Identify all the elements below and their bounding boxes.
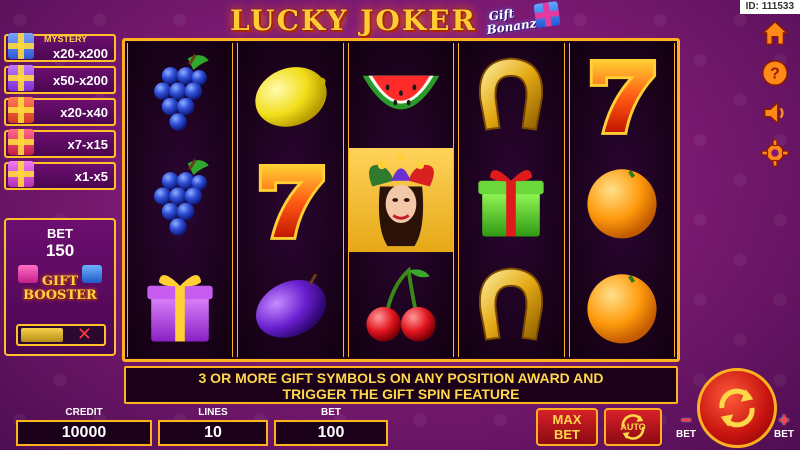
gift-box-icon — [533, 1, 561, 29]
jackpot-value: x50-x200 — [53, 73, 108, 88]
gift-booster-panel: BET 150 GIFT BOOSTER ✕ — [4, 218, 116, 356]
mystery-label: MYSTERY — [44, 34, 88, 44]
jackpot-value: x7-x15 — [67, 137, 108, 152]
settings-button[interactable] — [760, 138, 790, 168]
jackpot-value: x1-x5 — [74, 169, 108, 184]
message-line-1: 3 OR MORE GIFT SYMBOLS ON ANY POSITION A… — [198, 370, 604, 386]
gear-icon — [761, 139, 789, 167]
jackpot-value: x20-x40 — [60, 105, 108, 120]
jackpot-row-3: x20-x40 — [4, 97, 116, 126]
symbol-joker — [348, 148, 454, 252]
grapes-icon — [154, 53, 210, 131]
plum-icon — [255, 273, 326, 338]
symbol-orange — [570, 254, 674, 357]
bet-label: BET — [321, 407, 341, 418]
sound-icon — [764, 101, 784, 125]
spin-icon — [719, 388, 755, 428]
svg-text:?: ? — [770, 66, 780, 83]
auto-label: AUTO — [620, 422, 646, 432]
gift-icon — [8, 33, 34, 59]
bet-panel-label: BET — [47, 226, 73, 241]
symbol-horseshoe — [459, 43, 563, 146]
help-icon: ? — [762, 60, 788, 86]
gift-icon — [8, 97, 34, 123]
feature-message: 3 OR MORE GIFT SYMBOLS ON ANY POSITION A… — [124, 366, 678, 404]
bet-increase-label: BET — [774, 429, 794, 440]
lines-value: 10 — [158, 420, 268, 446]
watermelon-icon — [362, 75, 440, 110]
symbol-watermelon — [349, 43, 453, 146]
joker-icon — [369, 153, 434, 247]
symbol-seven — [570, 43, 674, 146]
gift-icon — [82, 265, 102, 283]
symbol-orange — [570, 148, 674, 251]
toggle-knob[interactable] — [21, 328, 63, 342]
close-icon: ✕ — [76, 324, 92, 344]
gift-icon — [18, 265, 38, 283]
game-title: LUCKY JOKER — [230, 4, 477, 37]
horseshoe-icon — [479, 267, 544, 341]
horseshoe-icon — [479, 57, 544, 131]
symbol-lemon — [238, 43, 342, 146]
gift-booster-toggle[interactable]: ✕ — [16, 324, 106, 346]
seven-icon — [258, 163, 325, 240]
cherries-icon — [366, 266, 436, 342]
sound-button[interactable] — [760, 98, 790, 128]
max-bet-line-2: BET — [554, 427, 580, 442]
bet-panel-value: 150 — [45, 241, 75, 260]
help-button[interactable]: ? — [760, 58, 790, 88]
jackpot-row-2: x50-x200 — [4, 65, 116, 94]
jackpot-row-4: x7-x15 — [4, 129, 116, 158]
home-button[interactable] — [760, 18, 790, 48]
jackpot-row-5: x1-x5 — [4, 161, 116, 190]
reel-2 — [237, 43, 344, 357]
symbol-horseshoe — [459, 254, 563, 357]
spin-button[interactable] — [697, 368, 777, 448]
symbol-plum — [238, 254, 342, 357]
symbol-grapes — [128, 43, 232, 146]
gift-icon — [478, 170, 545, 237]
mystery-jackpot-list: MYSTERY x20-x200 x50-x200 x20-x40 x7-x15… — [4, 33, 116, 194]
jackpot-row-1: MYSTERY x20-x200 — [4, 33, 116, 62]
lines-label: LINES — [198, 407, 228, 418]
autoplay-button[interactable]: AUTO — [604, 408, 662, 446]
grapes-icon — [154, 158, 210, 236]
gift-icon — [8, 65, 34, 91]
bet-value: 100 — [274, 420, 388, 446]
symbol-gift-purple — [128, 254, 232, 357]
symbol-grapes — [128, 148, 232, 251]
symbol-cherries — [349, 254, 453, 357]
gift-icon — [147, 275, 213, 342]
credit-label: CREDIT — [65, 407, 103, 418]
game-id: ID: 111533 — [739, 0, 800, 14]
gift-booster-logo: GIFT BOOSTER — [14, 265, 106, 309]
reel-3 — [347, 43, 455, 357]
bet-display: BET 100 — [274, 407, 388, 446]
max-bet-line-1: MAX — [552, 412, 582, 427]
reel-4 — [458, 43, 565, 357]
message-line-2: TRIGGER THE GIFT SPIN FEATURE — [282, 386, 520, 402]
bet-decrease-button[interactable]: − BET — [674, 410, 698, 446]
reel-grid — [122, 38, 680, 362]
gift-icon — [8, 129, 34, 155]
lines-display: LINES 10 — [158, 407, 268, 446]
symbol-gift-green — [459, 148, 563, 251]
seven-icon — [589, 58, 656, 135]
max-bet-button[interactable]: MAX BET — [536, 408, 598, 446]
reel-5 — [568, 43, 676, 357]
lemon-icon — [254, 66, 327, 127]
gift-icon — [8, 161, 34, 187]
reel-1 — [127, 43, 234, 357]
credit-value: 10000 — [16, 420, 152, 446]
booster-line-2: BOOSTER — [23, 288, 97, 303]
jackpot-value: x20-x200 — [53, 46, 108, 61]
minus-icon: − — [680, 410, 692, 430]
home-icon — [761, 20, 789, 45]
credit-display: CREDIT 10000 — [16, 407, 152, 446]
orange-icon — [587, 169, 657, 239]
orange-icon — [587, 274, 657, 344]
symbol-seven — [238, 148, 342, 251]
bet-decrease-label: BET — [676, 429, 696, 440]
